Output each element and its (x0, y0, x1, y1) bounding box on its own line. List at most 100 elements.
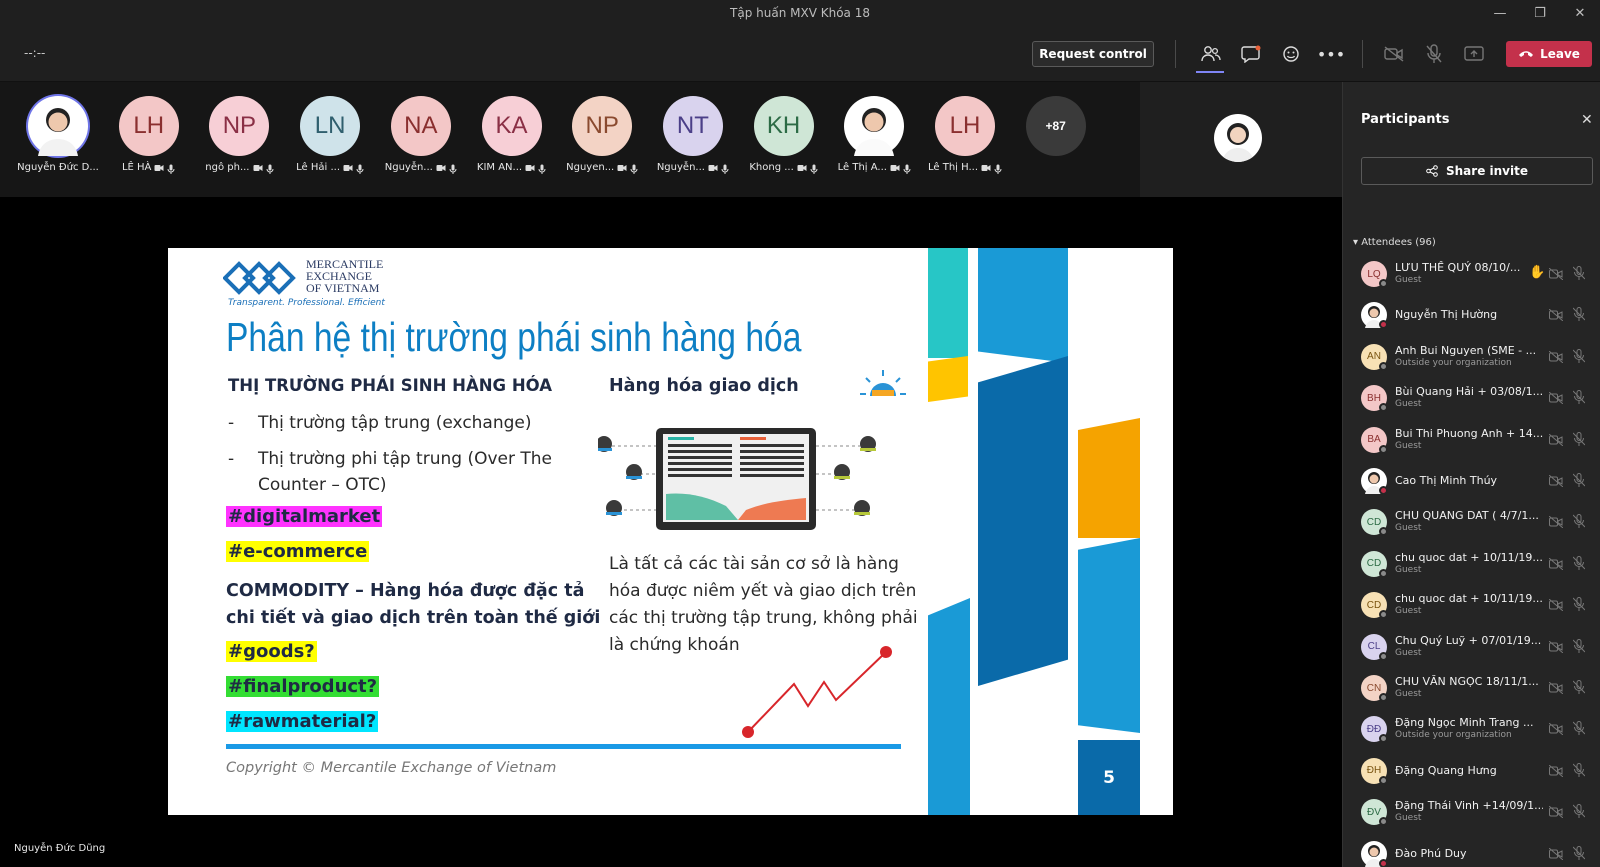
participant-name-label: Lê Hải ... (286, 162, 374, 174)
bullet-1-text: Thị trường tập trung (exchange) (258, 413, 532, 433)
tag-goods-text: #goods? (226, 641, 317, 662)
participant-list-item[interactable]: AN Anh Bui Nguyen (SME - ... Outside your … (1361, 340, 1597, 380)
avatar-initials: LH (949, 112, 981, 139)
camera-status-icon (797, 164, 807, 172)
participant-list-item[interactable]: CL Chu Quý Luỹ + 07/01/19... Guest (1361, 630, 1597, 670)
participant-name-label: Nguyen... (558, 162, 646, 174)
avatar-initials: CL (1367, 641, 1381, 653)
minimize-icon[interactable]: — (1480, 0, 1520, 26)
mic-off-icon[interactable] (1421, 41, 1447, 67)
teams-meeting-window: Tập huấn MXV Khóa 18 — ❐ ✕ --:-- Request… (0, 0, 1600, 867)
camera-off-icon (1548, 679, 1564, 695)
participant-list-name: Bui Thi Phuong Anh + 14... (1395, 426, 1543, 440)
tag-ecommerce: #e-commerce (226, 541, 370, 562)
close-panel-icon[interactable]: ✕ (1581, 112, 1593, 128)
participant-video-tile[interactable]: LH Lê Thị H... (921, 96, 1009, 174)
participant-role: Guest (1395, 399, 1422, 410)
participant-list-item[interactable]: LQ LƯU THẾ QUÝ 08/10/... Guest ✋ (1361, 257, 1597, 297)
participant-role: Guest (1395, 523, 1422, 534)
participant-list-item[interactable]: BA Bui Thi Phuong Anh + 14... Guest (1361, 423, 1597, 463)
participant-video-tile[interactable]: NT Nguyễn... (649, 96, 737, 174)
participant-list-item[interactable]: CD chu quoc dat + 10/11/19... Guest (1361, 547, 1597, 587)
participant-name: Lê Hải ... (296, 162, 341, 173)
participant-video-tile[interactable]: Lê Thị A... (830, 96, 918, 174)
participant-list-name: Đặng Quang Hưng (1395, 763, 1497, 777)
avatar-initials: NP (585, 112, 619, 139)
attendees-count: Attendees (96) (1361, 237, 1436, 248)
camera-status-icon (343, 164, 353, 172)
participant-list-name: Bùi Quang Hải + 03/08/1... (1395, 385, 1543, 399)
participant-name-label: Lê Thị H... (921, 162, 1009, 174)
chat-icon[interactable] (1238, 41, 1264, 67)
logo-line-3: OF VIETNAM (306, 281, 380, 295)
tag-rawmaterial-text: #rawmaterial? (226, 711, 379, 732)
share-screen-icon[interactable] (1461, 41, 1487, 67)
avatar-initials: NA (404, 112, 438, 139)
participant-initials-avatar: LH (935, 96, 995, 156)
participant-video-tile[interactable]: KH Khong ... (740, 96, 828, 174)
mic-status-icon (538, 164, 546, 174)
participant-list-item[interactable]: ĐH Đặng Quang Hưng (1361, 754, 1597, 794)
participant-list-item[interactable]: Nguyễn Thị Hường (1361, 298, 1597, 338)
more-participants-tile[interactable]: +87 (1012, 96, 1100, 156)
avatar-initials: LQ (1367, 268, 1381, 280)
participant-list-item[interactable]: BH Bùi Quang Hải + 03/08/1... Guest (1361, 381, 1597, 421)
participant-name: Nguyễn Đức D... (17, 162, 99, 173)
participant-video-tile[interactable]: NP ngô ph... (195, 96, 283, 174)
camera-status-icon (981, 164, 991, 172)
participant-list-item[interactable]: ĐĐ Đặng Ngọc Minh Trang ... Outside your o… (1361, 712, 1597, 752)
market-bullets: - Thị trường tập trung (exchange) - Thị tr… (228, 410, 578, 498)
attendees-header[interactable]: ▾ Attendees (96) (1353, 237, 1436, 248)
logo-tagline: Transparent. Professional. Efficient (228, 298, 385, 308)
request-control-button[interactable]: Request control (1032, 41, 1154, 67)
camera-status-icon (617, 164, 627, 172)
phone-hangup-icon (1519, 51, 1534, 57)
leave-button[interactable]: Leave (1506, 41, 1592, 67)
participant-name-label: Nguyễn Đức D... (14, 162, 102, 173)
participant-list-item[interactable]: Cao Thị Minh Thúy (1361, 464, 1597, 504)
panel-title: Participants (1361, 112, 1450, 127)
participant-list-name: Cao Thị Minh Thúy (1395, 474, 1498, 487)
right-heading: Hàng hóa giao dịch (609, 376, 799, 396)
presence-status-icon (1379, 568, 1388, 578)
camera-off-icon (1548, 513, 1564, 529)
participant-video-tile[interactable]: NP Nguyen... (558, 96, 646, 174)
participants-icon[interactable] (1198, 41, 1224, 67)
participant-list-item[interactable]: CD chu quoc dat + 10/11/19... Guest (1361, 588, 1597, 628)
restore-icon[interactable]: ❐ (1520, 0, 1560, 26)
camera-off-icon[interactable] (1381, 41, 1407, 67)
participant-initials-avatar: NT (662, 96, 723, 156)
participant-list-name: Đặng Ngọc Minh Trang ... (1395, 716, 1534, 730)
mic-status-icon (449, 164, 457, 174)
participant-video-tile[interactable]: LN Lê Hải ... (286, 96, 374, 174)
participant-list-item[interactable]: CN CHU VĂN NGỌC 18/11/1... Guest (1361, 671, 1597, 711)
participant-video-tile[interactable]: Nguyễn Đức D... (14, 96, 102, 173)
participant-name-label: KIM AN... (468, 162, 556, 174)
avatar-initials: LN (314, 112, 346, 139)
self-video-tile[interactable] (1140, 82, 1342, 197)
mic-off-icon (1572, 306, 1587, 322)
participant-photo-avatar (28, 96, 88, 156)
participant-photo-avatar (844, 96, 905, 156)
share-invite-button[interactable]: Share invite (1361, 157, 1593, 185)
description-line-2: hóa được niêm yết và giao dịch trên (609, 581, 917, 601)
camera-off-icon (1548, 389, 1564, 405)
camera-status-icon (154, 164, 164, 172)
participant-list-item[interactable]: Đào Phú Duy (1361, 837, 1597, 867)
participant-list-item[interactable]: ĐV Đặng Thái Vinh +14/09/1... Guest (1361, 795, 1597, 835)
deco-blue-top (978, 248, 1068, 363)
participant-role: Guest (1395, 813, 1422, 824)
participant-video-tile[interactable]: LH LÊ HÀ (105, 96, 193, 174)
sunrise-icon (860, 370, 906, 396)
presence-status-icon (1379, 693, 1388, 702)
share-invite-label: Share invite (1446, 164, 1528, 178)
reactions-icon[interactable] (1278, 41, 1304, 67)
presence-status-icon (1379, 279, 1388, 288)
close-window-icon[interactable]: ✕ (1560, 0, 1600, 26)
participant-video-tile[interactable]: NA Nguyễn... (377, 96, 465, 174)
camera-off-icon (1548, 348, 1564, 364)
camera-status-icon (436, 164, 446, 172)
participant-list-item[interactable]: CD CHU QUANG DAT ( 4/7/1... Guest (1361, 505, 1597, 545)
participant-video-tile[interactable]: KA KIM AN... (468, 96, 556, 174)
more-options-icon[interactable]: ••• (1317, 41, 1345, 67)
